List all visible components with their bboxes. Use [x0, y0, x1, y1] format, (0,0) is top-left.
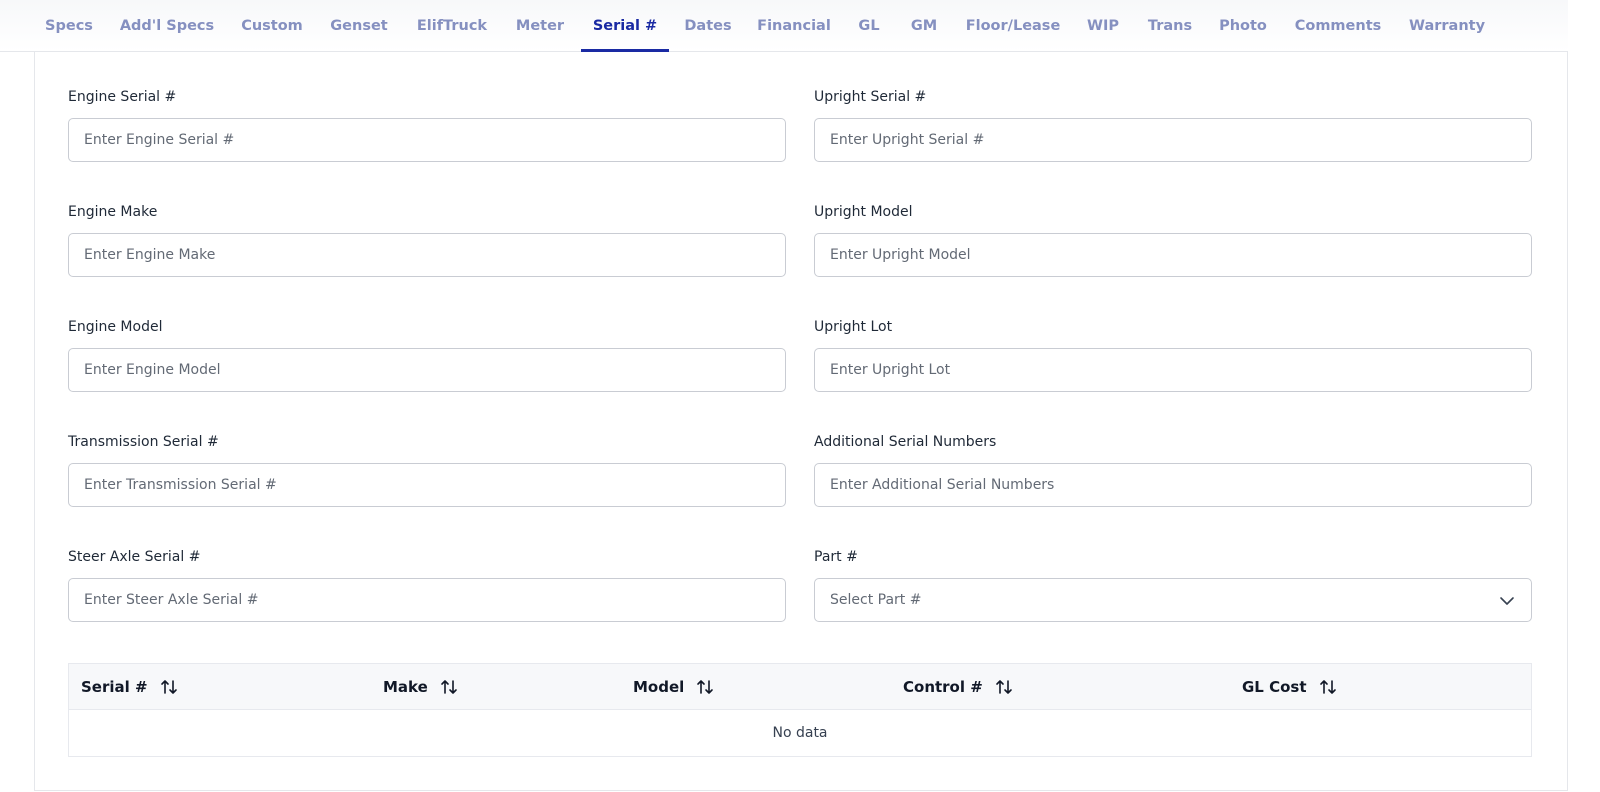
serial-table: Serial # Make Model Control # GL Cost No… [68, 663, 1532, 757]
additional-serials-input[interactable] [814, 463, 1532, 507]
tab-gl[interactable]: GL [847, 0, 891, 52]
tab-bar: Specs Add'l Specs Custom Genset ElifTruc… [0, 0, 1568, 52]
engine-make-input[interactable] [68, 233, 786, 277]
column-header-gl-cost[interactable]: GL Cost [1242, 664, 1337, 710]
tab-custom[interactable]: Custom [230, 0, 314, 52]
part-number-select[interactable]: Select Part # [814, 578, 1532, 622]
upright-lot-input[interactable] [814, 348, 1532, 392]
column-header-label: Control # [903, 678, 983, 696]
tab-trans[interactable]: Trans [1137, 0, 1203, 52]
sort-icon [996, 680, 1012, 694]
tab-financial[interactable]: Financial [747, 0, 841, 52]
steer-axle-serial-input[interactable] [68, 578, 786, 622]
engine-model-label: Engine Model [68, 319, 163, 335]
tab-genset[interactable]: Genset [320, 0, 398, 52]
transmission-serial-label: Transmission Serial # [68, 434, 219, 450]
upright-model-input[interactable] [814, 233, 1532, 277]
engine-make-label: Engine Make [68, 204, 158, 220]
engine-serial-label: Engine Serial # [68, 89, 177, 105]
tab-addl-specs[interactable]: Add'l Specs [110, 0, 224, 52]
engine-model-input[interactable] [68, 348, 786, 392]
transmission-serial-input[interactable] [68, 463, 786, 507]
tab-wip[interactable]: WIP [1075, 0, 1131, 52]
tab-floor-lease[interactable]: Floor/Lease [957, 0, 1069, 52]
upright-serial-input[interactable] [814, 118, 1532, 162]
column-header-control[interactable]: Control # [903, 664, 1013, 710]
table-header: Serial # Make Model Control # GL Cost [69, 664, 1531, 710]
table-empty-message: No data [772, 725, 828, 741]
sort-icon [440, 680, 457, 694]
upright-serial-label: Upright Serial # [814, 89, 927, 105]
additional-serials-label: Additional Serial Numbers [814, 434, 997, 450]
sort-icon [1319, 680, 1336, 694]
tab-gm[interactable]: GM [897, 0, 951, 52]
part-number-placeholder: Select Part # [830, 592, 922, 608]
tab-comments[interactable]: Comments [1283, 0, 1393, 52]
column-header-label: Model [633, 678, 685, 696]
steer-axle-serial-label: Steer Axle Serial # [68, 549, 201, 565]
column-header-label: Serial # [81, 678, 148, 696]
sort-icon [160, 680, 177, 694]
tab-dates[interactable]: Dates [675, 0, 741, 52]
column-header-make[interactable]: Make [383, 664, 458, 710]
upright-model-label: Upright Model [814, 204, 913, 220]
tab-specs[interactable]: Specs [34, 0, 104, 52]
tab-warranty[interactable]: Warranty [1399, 0, 1495, 52]
chevron-down-icon [1500, 597, 1514, 605]
tab-serial[interactable]: Serial # [581, 0, 669, 52]
part-number-label: Part # [814, 549, 858, 565]
tab-meter[interactable]: Meter [506, 0, 574, 52]
upright-lot-label: Upright Lot [814, 319, 893, 335]
column-header-serial[interactable]: Serial # [81, 664, 178, 710]
tab-eliftruck[interactable]: ElifTruck [404, 0, 500, 52]
column-header-label: Make [383, 678, 428, 696]
column-header-model[interactable]: Model [633, 664, 714, 710]
column-header-label: GL Cost [1242, 678, 1307, 696]
tab-photo[interactable]: Photo [1209, 0, 1277, 52]
engine-serial-input[interactable] [68, 118, 786, 162]
sort-icon [697, 680, 714, 694]
